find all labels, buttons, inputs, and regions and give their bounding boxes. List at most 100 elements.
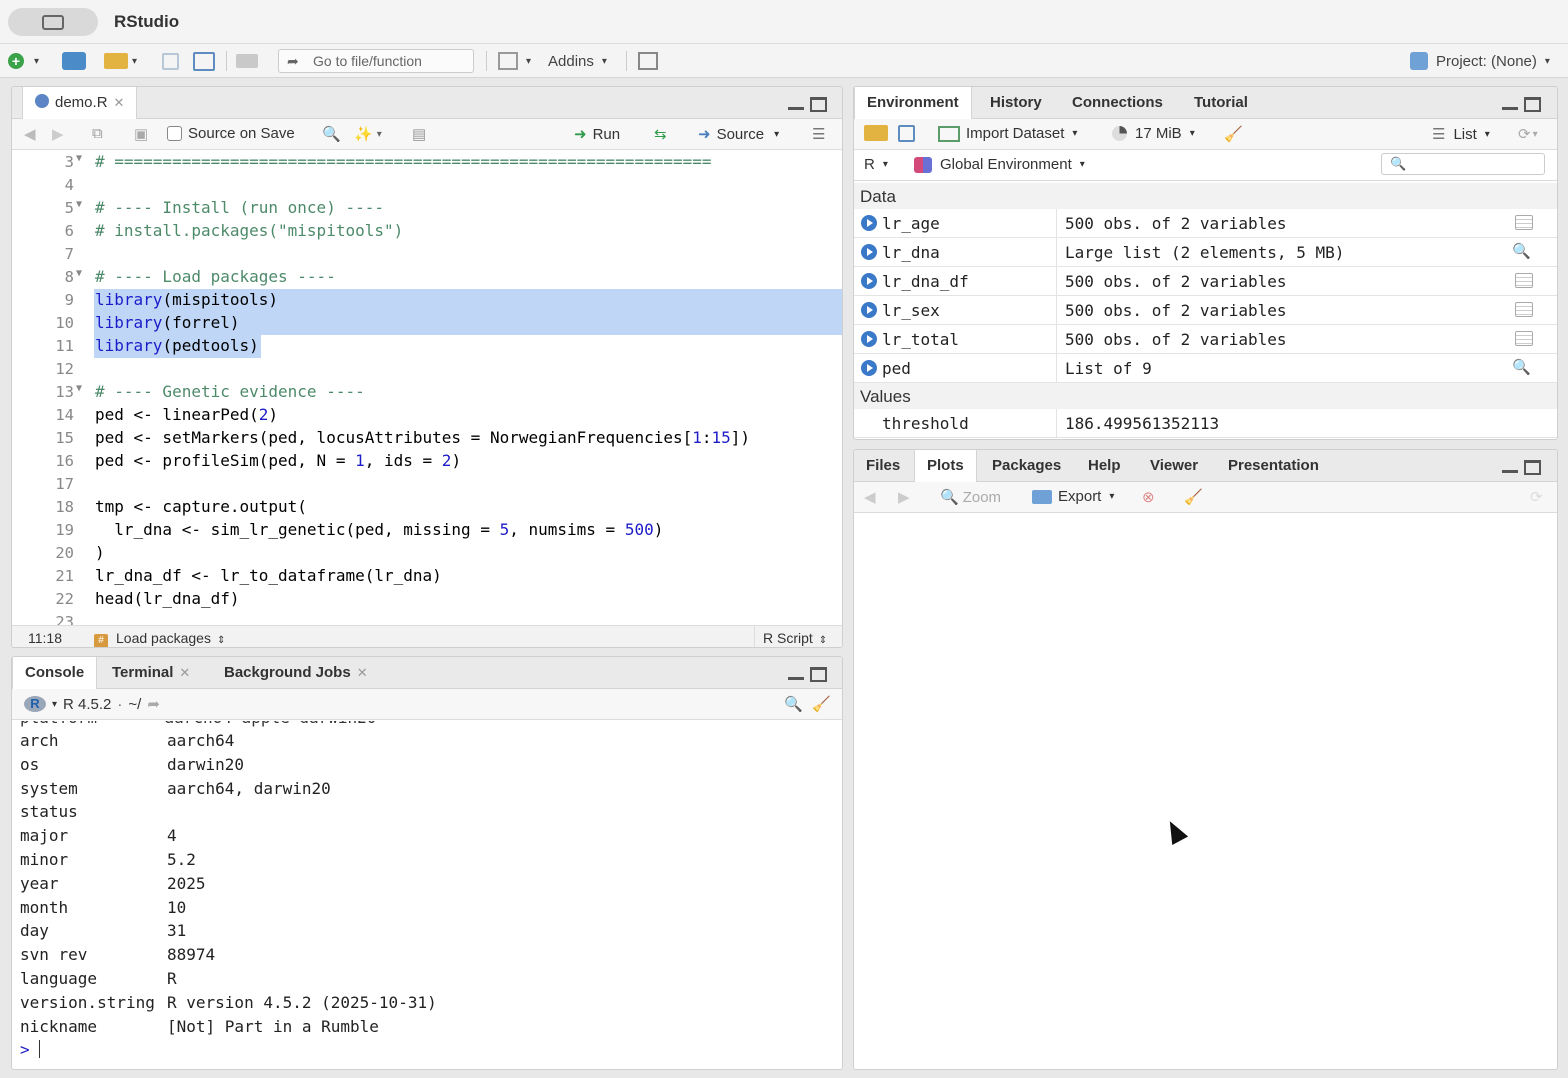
- section-navigator[interactable]: # Load packages ⇕: [94, 630, 225, 647]
- save-all-button[interactable]: [193, 50, 215, 72]
- clear-plots-icon[interactable]: 🧹: [1184, 488, 1203, 506]
- source-button[interactable]: ➜ Source ▾: [698, 125, 779, 144]
- minimize-icon[interactable]: [1502, 107, 1518, 110]
- maximize-icon[interactable]: [810, 667, 827, 682]
- refresh-icon[interactable]: ⟳ ▾: [1518, 125, 1538, 143]
- environment-search-input[interactable]: 🔍: [1381, 153, 1545, 175]
- go-to-dir-icon[interactable]: ➦: [147, 695, 160, 713]
- env-row[interactable]: lr_dna Large list (2 elements, 5 MB) 🔍: [854, 238, 1557, 267]
- addins-menu[interactable]: Addins ▾: [548, 50, 607, 72]
- language-menu[interactable]: R ▾: [864, 156, 888, 173]
- next-plot-icon[interactable]: ▶: [898, 488, 910, 506]
- expand-icon[interactable]: [861, 360, 877, 376]
- maximize-icon[interactable]: [1524, 460, 1541, 475]
- inspect-icon[interactable]: 🔍: [1512, 242, 1531, 260]
- r-version-menu[interactable]: R ▾ R 4.5.2 · ~/➦: [24, 695, 160, 713]
- tab-presentation[interactable]: Presentation: [1216, 450, 1331, 482]
- tab-console[interactable]: Console: [12, 657, 98, 690]
- expand-icon[interactable]: [861, 215, 877, 231]
- show-in-window-icon[interactable]: ⧉: [92, 125, 103, 142]
- inspect-icon[interactable]: 🔍: [1512, 358, 1531, 376]
- zoom-button[interactable]: 🔍 Zoom: [940, 488, 1001, 507]
- new-file-button[interactable]: + ▾: [8, 50, 39, 72]
- tab-viewer[interactable]: Viewer: [1138, 450, 1210, 482]
- close-icon[interactable]: ✕: [357, 665, 368, 680]
- expand-icon[interactable]: [861, 273, 877, 289]
- tab-plots[interactable]: Plots: [914, 450, 977, 483]
- minimize-icon[interactable]: [788, 107, 804, 110]
- layout-button[interactable]: [638, 50, 658, 72]
- search-icon[interactable]: 🔍: [784, 695, 803, 713]
- tab-files[interactable]: Files: [854, 450, 912, 482]
- outline-icon[interactable]: ☰: [812, 125, 825, 143]
- tab-environment[interactable]: Environment: [854, 87, 972, 120]
- view-data-icon[interactable]: [1515, 302, 1533, 317]
- broom-icon[interactable]: 🧹: [1224, 125, 1243, 143]
- tab-tutorial[interactable]: Tutorial: [1182, 87, 1260, 119]
- tab-connections[interactable]: Connections: [1060, 87, 1175, 119]
- rerun-icon[interactable]: ⇆: [654, 125, 667, 143]
- code-editor[interactable]: 3 ▼ # ====================================…: [12, 151, 842, 625]
- previous-plot-icon[interactable]: ◀: [864, 488, 876, 506]
- forward-icon[interactable]: ▶: [52, 125, 64, 143]
- scope-menu[interactable]: Global Environment ▾: [914, 156, 1085, 173]
- search-icon[interactable]: 🔍: [322, 125, 341, 143]
- source-on-save-checkbox[interactable]: Source on Save: [167, 125, 295, 142]
- save-icon[interactable]: ▣: [134, 125, 148, 143]
- document-outline-icon[interactable]: ▤: [412, 125, 426, 143]
- workspace-panes-button[interactable]: ▾: [498, 50, 531, 72]
- export-menu[interactable]: Export ▾: [1032, 488, 1114, 505]
- open-file-button[interactable]: ▾: [104, 50, 137, 72]
- env-row[interactable]: threshold 186.499561352113: [854, 409, 1557, 438]
- sidebar-toggle-button[interactable]: [8, 8, 98, 36]
- maximize-icon[interactable]: [1524, 97, 1541, 112]
- print-button[interactable]: [236, 50, 258, 72]
- maximize-icon[interactable]: [810, 97, 827, 112]
- file-type-selector[interactable]: R Script ⇕: [754, 626, 827, 647]
- tab-demo-r[interactable]: demo.R ✕: [22, 87, 138, 120]
- minimize-icon[interactable]: [788, 677, 804, 680]
- view-mode-menu[interactable]: ☰ List ▾: [1432, 125, 1490, 144]
- close-icon[interactable]: ✕: [114, 95, 125, 110]
- pane-window-controls[interactable]: [1502, 460, 1541, 476]
- fold-icon[interactable]: ▼: [76, 199, 82, 210]
- tab-history[interactable]: History: [978, 87, 1054, 119]
- env-row[interactable]: lr_age 500 obs. of 2 variables: [854, 209, 1557, 238]
- pane-window-controls[interactable]: [788, 97, 827, 113]
- env-row[interactable]: lr_sex 500 obs. of 2 variables: [854, 296, 1557, 325]
- view-data-icon[interactable]: [1515, 215, 1533, 230]
- console-output[interactable]: platform aarch64-apple-darwin20arch aarch…: [12, 721, 842, 1069]
- pane-window-controls[interactable]: [1502, 97, 1541, 113]
- goto-file-input[interactable]: ➦ Go to file/function: [278, 49, 474, 73]
- wand-icon[interactable]: ✨ ▾: [354, 125, 382, 143]
- clear-console-icon[interactable]: 🧹: [812, 695, 831, 713]
- expand-icon[interactable]: [861, 302, 877, 318]
- console-prompt[interactable]: >: [20, 1040, 41, 1063]
- back-icon[interactable]: ◀: [24, 125, 36, 143]
- save-button[interactable]: [162, 50, 179, 72]
- remove-plot-icon[interactable]: ⊗: [1142, 488, 1155, 506]
- minimize-icon[interactable]: [1502, 470, 1518, 473]
- expand-icon[interactable]: [861, 244, 877, 260]
- load-workspace-icon[interactable]: [864, 125, 888, 141]
- save-workspace-icon[interactable]: [898, 125, 915, 142]
- pane-window-controls[interactable]: [788, 667, 827, 683]
- env-row[interactable]: ped List of 9 🔍: [854, 354, 1557, 383]
- tab-background-jobs[interactable]: Background Jobs ✕: [212, 657, 380, 689]
- env-row[interactable]: lr_dna_df 500 obs. of 2 variables: [854, 267, 1557, 296]
- env-row[interactable]: lr_total 500 obs. of 2 variables: [854, 325, 1557, 354]
- expand-icon[interactable]: [861, 331, 877, 347]
- new-project-button[interactable]: [62, 50, 86, 72]
- fold-icon[interactable]: ▼: [76, 268, 82, 279]
- close-icon[interactable]: ✕: [179, 665, 190, 680]
- memory-usage-menu[interactable]: 17 MiB ▾: [1112, 125, 1195, 142]
- view-data-icon[interactable]: [1515, 273, 1533, 288]
- import-dataset-menu[interactable]: Import Dataset ▾: [938, 125, 1077, 142]
- tab-terminal[interactable]: Terminal ✕: [100, 657, 202, 689]
- view-data-icon[interactable]: [1515, 331, 1533, 346]
- refresh-icon[interactable]: ⟳: [1530, 488, 1543, 506]
- tab-packages[interactable]: Packages: [980, 450, 1073, 482]
- project-menu[interactable]: Project: (None) ▾: [1410, 50, 1550, 72]
- fold-icon[interactable]: ▼: [76, 383, 82, 394]
- run-button[interactable]: ➜ Run: [574, 125, 620, 144]
